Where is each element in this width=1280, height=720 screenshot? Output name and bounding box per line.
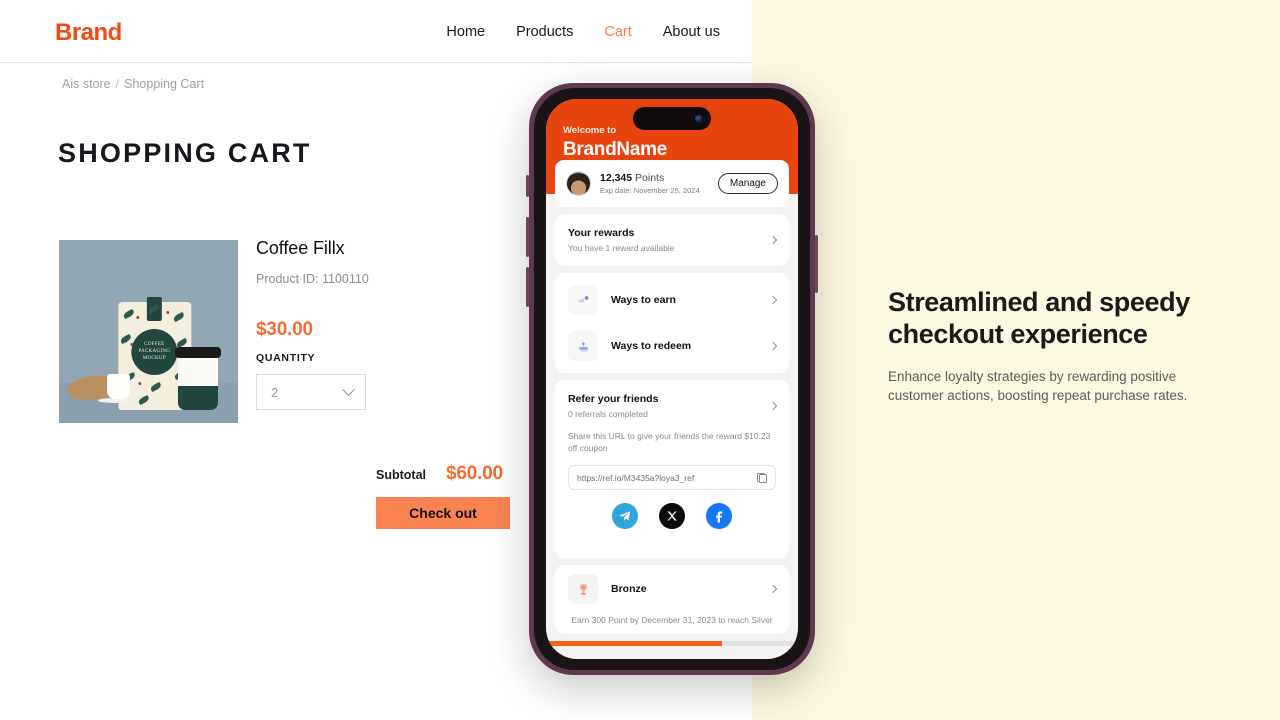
checkout-button[interactable]: Check out: [376, 497, 510, 529]
leaf-icon: [172, 312, 185, 323]
product-price: $30.00: [256, 319, 313, 340]
ways-to-earn-row[interactable]: Ways to earn: [555, 277, 789, 323]
redeem-icon: [568, 331, 598, 361]
refer-subtitle: 0 referrals completed: [568, 409, 648, 419]
breadcrumb-separator: /: [115, 77, 120, 91]
telegram-icon[interactable]: [612, 503, 638, 529]
product-image: COFFEE PACKAGING MOCKUP: [59, 240, 238, 423]
chevron-right-icon: [768, 584, 778, 594]
promo-title: Streamlined and speedy checkout experien…: [888, 287, 1190, 349]
manage-button[interactable]: Manage: [717, 173, 778, 194]
chevron-right-icon: [768, 341, 778, 351]
refer-title: Refer your friends: [568, 393, 659, 405]
main-navigation: Home Products Cart About us: [446, 24, 720, 40]
actions-card: Ways to earn Ways to redeem: [555, 273, 789, 373]
berry-icon: [137, 382, 141, 386]
your-rewards-subtitle: You have 1 reward available: [568, 243, 675, 253]
breadcrumb-root[interactable]: Ais store: [62, 77, 111, 91]
front-camera-icon: [695, 114, 703, 123]
product-id: Product ID: 1100110: [256, 272, 369, 286]
bronze-trophy-icon: [568, 574, 598, 604]
page-title: SHOPPING CART: [58, 138, 312, 168]
tier-card: Bronze Earn 300 Point by December 31, 20…: [555, 565, 789, 634]
chevron-right-icon: [768, 295, 778, 305]
tier-progress-note: Earn 300 Point by December 31, 2023 to r…: [571, 615, 773, 625]
nav-item-cart[interactable]: Cart: [604, 24, 631, 40]
berry-icon: [165, 311, 169, 315]
referral-url-field[interactable]: https://ref.io/M3435a?loya3_ref: [568, 465, 776, 490]
refer-header[interactable]: Refer your friends 0 referrals completed: [568, 393, 778, 419]
chevron-right-icon: [768, 235, 778, 245]
berry-icon: [135, 316, 139, 320]
phone-volume-up-button[interactable]: [526, 217, 529, 257]
your-rewards-text: Your rewards You have 1 reward available: [568, 227, 770, 253]
ways-to-earn-label: Ways to earn: [611, 294, 676, 306]
earn-icon: [568, 285, 598, 315]
points-card: 12,345 Points Exp date: November 25, 202…: [555, 160, 789, 207]
paper-cup-band: [178, 386, 219, 411]
points-line: 12,345 Points: [600, 172, 718, 184]
chevron-down-icon: [342, 382, 355, 396]
phone-screen: Welcome to BrandName 12,345 Points Exp d…: [546, 99, 798, 659]
phone-mute-switch[interactable]: [526, 175, 529, 197]
phone-mockup: Welcome to BrandName 12,345 Points Exp d…: [526, 83, 818, 675]
product-details: Coffee Fillx Product ID: 1100110 $30.00 …: [256, 238, 486, 410]
facebook-icon[interactable]: [706, 503, 732, 529]
leaf-icon: [137, 395, 150, 406]
points-amount: 12,345: [600, 172, 633, 184]
home-indicator-progress: [546, 641, 798, 646]
site-header: Brand Home Products Cart About us: [0, 0, 752, 63]
product-name: Coffee Fillx: [256, 238, 345, 258]
leaf-icon: [149, 382, 162, 393]
points-text: 12,345 Points Exp date: November 25, 202…: [600, 172, 718, 195]
nav-item-about-us[interactable]: About us: [663, 24, 720, 40]
tier-row[interactable]: Bronze: [568, 574, 778, 604]
brand-logo[interactable]: Brand: [55, 19, 122, 47]
breadcrumb: Ais store / Shopping Cart: [62, 77, 204, 91]
nav-item-home[interactable]: Home: [446, 24, 485, 40]
points-expiry: Exp date: November 25, 2024: [600, 186, 700, 195]
paper-cup-lid: [175, 347, 222, 359]
points-unit: Points: [635, 172, 665, 184]
phone-bezel: Welcome to BrandName 12,345 Points Exp d…: [534, 88, 810, 670]
quantity-select[interactable]: 2: [256, 374, 366, 410]
quantity-value: 2: [271, 384, 279, 400]
ways-to-redeem-row[interactable]: Ways to redeem: [555, 323, 789, 369]
subtotal-row: Subtotal $60.00: [376, 463, 503, 485]
refer-description: Share this URL to give your friends the …: [568, 431, 771, 453]
hero-brand-name: BrandName: [563, 139, 667, 160]
product-image-paper-cup: [175, 347, 222, 411]
your-rewards-row[interactable]: Your rewards You have 1 reward available: [555, 214, 789, 266]
social-share-row: [568, 490, 776, 544]
refer-text: Refer your friends 0 referrals completed: [568, 393, 770, 419]
phone-power-button[interactable]: [815, 235, 818, 293]
refer-friends-card: Refer your friends 0 referrals completed…: [555, 380, 789, 558]
promo-content: Streamlined and speedy checkout experien…: [888, 286, 1208, 405]
copy-icon[interactable]: [757, 472, 767, 483]
progress-fill: [546, 641, 723, 646]
subtotal-value: $60.00: [446, 463, 503, 484]
leaf-icon: [122, 309, 135, 320]
ways-to-redeem-label: Ways to redeem: [611, 340, 692, 352]
promo-subtitle: Enhance loyalty strategies by rewarding …: [888, 369, 1188, 403]
phone-volume-down-button[interactable]: [526, 267, 529, 307]
x-twitter-icon[interactable]: [659, 503, 685, 529]
promo-panel: Streamlined and speedy checkout experien…: [752, 0, 1280, 720]
tier-label: Bronze: [611, 583, 647, 595]
avatar: [566, 171, 591, 196]
your-rewards-title: Your rewards: [568, 227, 635, 239]
nav-item-products[interactable]: Products: [516, 24, 573, 40]
page-root: Streamlined and speedy checkout experien…: [0, 0, 1280, 720]
subtotal-label: Subtotal: [376, 468, 426, 482]
dynamic-island: [633, 107, 711, 130]
product-image-small-cup: [107, 374, 131, 400]
chevron-right-icon: [768, 401, 778, 411]
breadcrumb-current: Shopping Cart: [124, 77, 205, 91]
referral-url-value: https://ref.io/M3435a?loya3_ref: [577, 472, 695, 483]
bag-label-text: COFFEE PACKAGING MOCKUP: [131, 328, 178, 375]
quantity-label: QUANTITY: [256, 352, 316, 364]
